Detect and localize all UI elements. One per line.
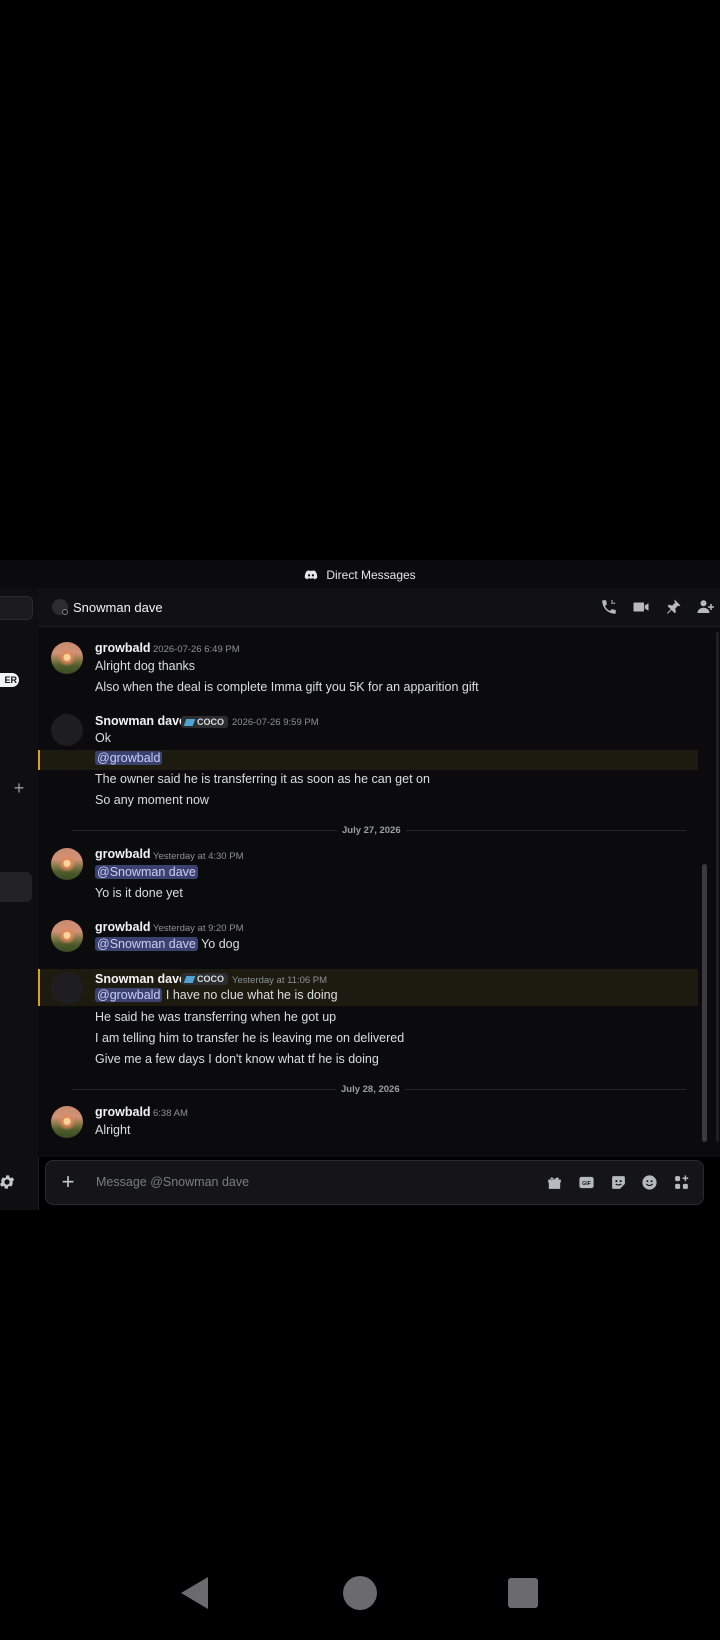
add-user-icon[interactable] bbox=[696, 598, 714, 616]
avatar[interactable] bbox=[51, 848, 83, 880]
back-button[interactable] bbox=[178, 1575, 210, 1616]
message-text: Also when the deal is complete Imma gift… bbox=[95, 680, 479, 694]
tag-icon bbox=[183, 718, 196, 726]
message-text: @Snowman dave bbox=[95, 865, 198, 879]
date-divider-label: July 27, 2026 bbox=[337, 825, 406, 836]
message-text: Alright bbox=[95, 1123, 131, 1137]
message-text: @growbald bbox=[95, 751, 163, 765]
apps-icon[interactable] bbox=[673, 1174, 690, 1191]
message-timestamp: Yesterday at 11:06 PM bbox=[232, 975, 328, 986]
emoji-icon[interactable] bbox=[641, 1174, 658, 1191]
app-title-bar: Direct Messages bbox=[0, 560, 720, 590]
avatar[interactable] bbox=[51, 642, 83, 674]
message-text: So any moment now bbox=[95, 793, 209, 807]
sidebar-badge: ER bbox=[0, 673, 19, 687]
phone-icon[interactable] bbox=[600, 598, 618, 616]
gif-icon[interactable]: GIF bbox=[578, 1174, 595, 1191]
avatar[interactable] bbox=[51, 714, 83, 746]
message-author[interactable]: Snowman dave bbox=[95, 714, 186, 728]
scrollbar-track[interactable] bbox=[716, 632, 719, 1142]
mention[interactable]: @growbald bbox=[95, 751, 163, 765]
sidebar-selected-item[interactable] bbox=[0, 872, 32, 902]
message-author[interactable]: growbald bbox=[95, 847, 151, 861]
date-divider-label: July 28, 2026 bbox=[336, 1084, 405, 1095]
mention[interactable]: @growbald bbox=[95, 988, 163, 1002]
avatar[interactable] bbox=[51, 920, 83, 952]
message-text: He said he was transferring when he got … bbox=[95, 1010, 337, 1024]
video-icon[interactable] bbox=[632, 598, 650, 616]
pin-icon[interactable] bbox=[664, 598, 682, 616]
dm-recipient-name[interactable]: Snowman dave bbox=[73, 600, 163, 615]
message-author[interactable]: growbald bbox=[95, 920, 151, 934]
tag-icon bbox=[183, 975, 196, 983]
plus-icon[interactable]: + bbox=[58, 1171, 78, 1193]
message-text: Give me a few days I don't know what tf … bbox=[95, 1052, 379, 1066]
create-dm-plus-icon[interactable]: + bbox=[10, 779, 28, 797]
mention[interactable]: @Snowman dave bbox=[95, 937, 198, 951]
message-author[interactable]: Snowman dave bbox=[95, 972, 186, 986]
recent-apps-button[interactable] bbox=[508, 1578, 538, 1608]
app-title: Direct Messages bbox=[326, 568, 416, 582]
message-author[interactable]: growbald bbox=[95, 641, 151, 655]
message-input[interactable]: Message @Snowman dave bbox=[96, 1175, 249, 1189]
message-timestamp: 6:38 AM bbox=[153, 1108, 188, 1119]
message-timestamp: 2026-07-26 6:49 PM bbox=[153, 644, 240, 655]
sidebar-search-box[interactable] bbox=[0, 596, 33, 620]
gift-icon[interactable] bbox=[546, 1174, 563, 1191]
message-timestamp: Yesterday at 9:20 PM bbox=[153, 923, 244, 934]
scrollbar-thumb[interactable] bbox=[702, 864, 707, 1142]
avatar[interactable] bbox=[51, 1106, 83, 1138]
message-text: Yo is it done yet bbox=[95, 886, 183, 900]
message-timestamp: 2026-07-26 9:59 PM bbox=[232, 717, 319, 728]
sticker-icon[interactable] bbox=[610, 1174, 627, 1191]
message-author[interactable]: growbald bbox=[95, 1105, 151, 1119]
mention[interactable]: @Snowman dave bbox=[95, 865, 198, 879]
clan-tag[interactable]: COCO bbox=[181, 973, 228, 985]
gear-icon[interactable] bbox=[0, 1170, 20, 1194]
status-indicator bbox=[62, 609, 68, 615]
message-text: The owner said he is transferring it as … bbox=[95, 772, 430, 786]
message-text: @Snowman dave Yo dog bbox=[95, 937, 240, 951]
clan-tag[interactable]: COCO bbox=[181, 716, 228, 728]
svg-text:GIF: GIF bbox=[582, 1181, 592, 1187]
avatar[interactable] bbox=[51, 972, 83, 1004]
message-timestamp: Yesterday at 4:30 PM bbox=[153, 851, 244, 862]
home-button[interactable] bbox=[343, 1576, 377, 1610]
message-text: Ok bbox=[95, 731, 111, 745]
message-text: I am telling him to transfer he is leavi… bbox=[95, 1031, 405, 1045]
discord-icon bbox=[305, 570, 318, 580]
message-text: Alright dog thanks bbox=[95, 659, 196, 673]
message-text: @growbald I have no clue what he is doin… bbox=[95, 988, 338, 1002]
